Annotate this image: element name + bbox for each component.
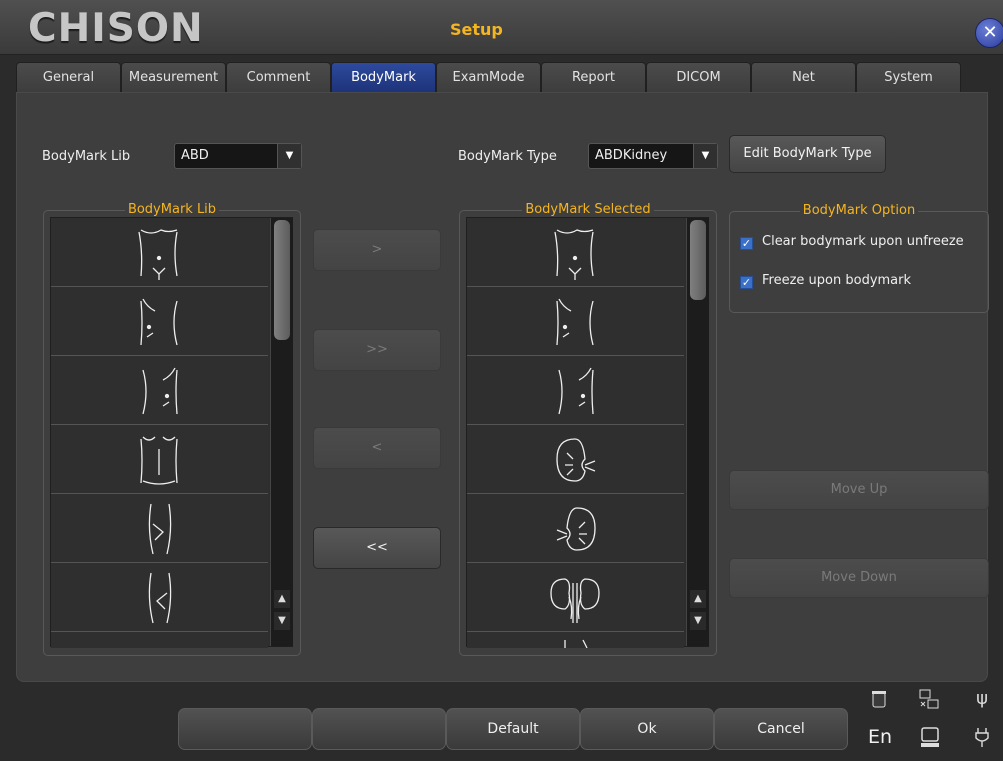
bodymark-selected-group: BodyMark Selected ▲ ▼ <box>459 202 717 656</box>
list-item[interactable] <box>467 563 684 632</box>
language-indicator: En <box>867 726 893 748</box>
list-item[interactable] <box>467 287 684 356</box>
freeze-on-bodymark-checkbox[interactable]: ✓ <box>740 276 753 289</box>
printer-icon <box>921 727 939 747</box>
remove-all-button[interactable]: << <box>313 527 441 569</box>
window-title: Setup <box>450 20 503 39</box>
dropdown-arrow-icon: ▼ <box>693 144 717 168</box>
blank-button-1[interactable] <box>178 708 312 750</box>
scroll-thumb[interactable] <box>690 220 706 300</box>
bodymark-type-value: ABDKidney <box>595 148 668 163</box>
list-item[interactable] <box>51 287 268 356</box>
list-item[interactable] <box>51 425 268 494</box>
kidney-right-icon <box>556 507 596 551</box>
tab-bar: General Measurement Comment BodyMark Exa… <box>16 62 982 93</box>
list-item[interactable] <box>51 563 268 632</box>
kidney-left-icon <box>556 438 596 482</box>
bodymark-option-title: BodyMark Option <box>799 203 919 218</box>
usb-icon: ψ <box>976 688 988 709</box>
scroll-down-arrow-icon[interactable]: ▼ <box>690 612 706 630</box>
abdomen-right-icon <box>142 367 178 415</box>
network-icon <box>919 689 939 709</box>
list-item[interactable] <box>467 494 684 563</box>
abdomen-left-icon <box>140 298 178 346</box>
add-all-button[interactable]: >> <box>313 329 441 371</box>
list-item[interactable] <box>467 218 684 287</box>
tab-general[interactable]: General <box>16 62 121 93</box>
list-item-partial <box>467 632 684 648</box>
ok-button[interactable]: Ok <box>580 708 714 750</box>
scroll-up-arrow-icon[interactable]: ▲ <box>690 590 706 608</box>
bodymark-type-select[interactable]: ABDKidney ▼ <box>588 143 718 169</box>
bodymark-lib-list[interactable]: ▲ ▼ <box>50 217 293 648</box>
freeze-on-bodymark-label: Freeze upon bodymark <box>762 273 912 288</box>
tab-system[interactable]: System <box>856 62 961 93</box>
list-item[interactable] <box>51 218 268 287</box>
cancel-button[interactable]: Cancel <box>714 708 848 750</box>
default-button[interactable]: Default <box>446 708 580 750</box>
list-item[interactable] <box>51 356 268 425</box>
bodymark-lib-select[interactable]: ABD ▼ <box>174 143 302 169</box>
bodymark-lib-title: BodyMark Lib <box>124 202 220 217</box>
tab-dicom[interactable]: DICOM <box>646 62 751 93</box>
power-plug-icon <box>975 728 989 747</box>
bodymark-lib-label: BodyMark Lib <box>42 149 131 164</box>
chison-logo: CHISON <box>28 6 204 51</box>
abdomen-left-icon <box>556 298 594 346</box>
abdomen-transverse-icon <box>554 229 594 280</box>
move-down-button[interactable]: Move Down <box>729 558 989 598</box>
bodymark-selected-list[interactable]: ▲ ▼ <box>466 217 709 648</box>
scroll-up-arrow-icon[interactable]: ▲ <box>274 590 290 608</box>
tab-measurement[interactable]: Measurement <box>121 62 226 93</box>
scroll-down-arrow-icon[interactable]: ▼ <box>274 612 290 630</box>
clear-on-unfreeze-checkbox[interactable]: ✓ <box>740 237 753 250</box>
flank-left-icon <box>148 503 172 555</box>
kidneys-bilateral-icon <box>550 578 600 623</box>
dropdown-arrow-icon: ▼ <box>277 144 301 168</box>
blank-button-2[interactable] <box>312 708 446 750</box>
bodymark-option-group: BodyMark Option ✓ Clear bodymark upon un… <box>729 203 989 313</box>
list-item[interactable] <box>467 425 684 494</box>
close-icon[interactable]: ✕ <box>975 18 1003 48</box>
tab-bodymark[interactable]: BodyMark <box>331 62 436 93</box>
abdomen-transverse-icon <box>138 229 178 280</box>
abdomen-longitudinal-icon <box>140 436 178 485</box>
bodymark-panel: BodyMark Lib ABD ▼ BodyMark Type ABDKidn… <box>16 92 989 682</box>
bodymark-selected-scrollbar[interactable]: ▲ ▼ <box>686 218 709 646</box>
edit-bodymark-type-button[interactable]: Edit BodyMark Type <box>729 135 886 173</box>
bodymark-lib-scrollbar[interactable]: ▲ ▼ <box>270 218 293 646</box>
tab-report[interactable]: Report <box>541 62 646 93</box>
title-bar: CHISON Setup <box>0 0 1003 55</box>
bodymark-lib-value: ABD <box>181 148 209 163</box>
bodymark-lib-group: BodyMark Lib ▲ ▼ <box>43 202 301 656</box>
recycle-bin-icon <box>872 691 886 708</box>
tab-exammode[interactable]: ExamMode <box>436 62 541 93</box>
tab-net[interactable]: Net <box>751 62 856 93</box>
list-item-partial <box>51 632 268 648</box>
move-up-button[interactable]: Move Up <box>729 470 989 510</box>
list-item[interactable] <box>51 494 268 563</box>
add-button[interactable]: > <box>313 229 441 271</box>
tab-comment[interactable]: Comment <box>226 62 331 93</box>
flank-right-icon <box>148 572 172 624</box>
scroll-thumb[interactable] <box>274 220 290 340</box>
list-item[interactable] <box>467 356 684 425</box>
abdomen-right-icon <box>558 367 594 415</box>
clear-on-unfreeze-label: Clear bodymark upon unfreeze <box>762 234 964 249</box>
remove-button[interactable]: < <box>313 427 441 469</box>
bodymark-selected-title: BodyMark Selected <box>522 202 654 217</box>
bodymark-type-label: BodyMark Type <box>458 149 557 164</box>
